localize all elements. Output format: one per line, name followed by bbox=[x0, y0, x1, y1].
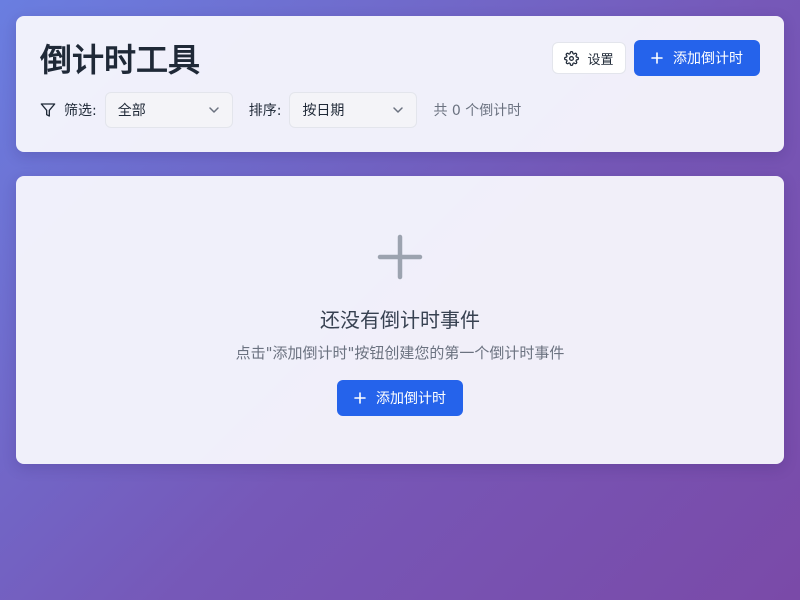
empty-state-title: 还没有倒计时事件 bbox=[320, 308, 480, 332]
header-card: 倒计时工具 设置 添加倒计时 筛选: 全部 排序: 按日期 共 0 个倒计时 bbox=[16, 16, 784, 152]
countdown-list-card: 还没有倒计时事件 点击"添加倒计时"按钮创建您的第一个倒计时事件 添加倒计时 bbox=[16, 176, 784, 464]
empty-state-subtitle: 点击"添加倒计时"按钮创建您的第一个倒计时事件 bbox=[235, 344, 565, 362]
chevron-down-icon bbox=[393, 107, 404, 113]
filter-select[interactable]: 全部 bbox=[104, 92, 233, 128]
sort-label: 排序: bbox=[248, 103, 282, 119]
toolbar: 筛选: 全部 排序: 按日期 共 0 个倒计时 bbox=[40, 92, 521, 128]
filter-icon bbox=[40, 103, 56, 117]
filter-select-value: 全部 bbox=[117, 103, 146, 119]
add-countdown-label: 添加倒计时 bbox=[673, 51, 743, 67]
page-title: 倒计时工具 bbox=[40, 41, 201, 79]
add-countdown-button[interactable]: 添加倒计时 bbox=[634, 40, 760, 76]
filter-label: 筛选: bbox=[64, 103, 97, 119]
settings-button[interactable]: 设置 bbox=[552, 42, 626, 74]
plus-icon bbox=[354, 392, 366, 404]
chevron-down-icon bbox=[208, 107, 219, 113]
empty-add-countdown-label: 添加倒计时 bbox=[376, 391, 446, 407]
sort-select[interactable]: 按日期 bbox=[289, 92, 418, 128]
empty-state: 还没有倒计时事件 点击"添加倒计时"按钮创建您的第一个倒计时事件 添加倒计时 bbox=[16, 176, 784, 464]
countdown-count: 共 0 个倒计时 bbox=[433, 103, 522, 119]
sort-select-value: 按日期 bbox=[302, 103, 345, 119]
settings-label: 设置 bbox=[587, 52, 614, 68]
plus-icon bbox=[651, 52, 663, 64]
gear-icon bbox=[564, 50, 580, 66]
plus-icon bbox=[377, 234, 423, 280]
empty-add-countdown-button[interactable]: 添加倒计时 bbox=[337, 380, 463, 416]
